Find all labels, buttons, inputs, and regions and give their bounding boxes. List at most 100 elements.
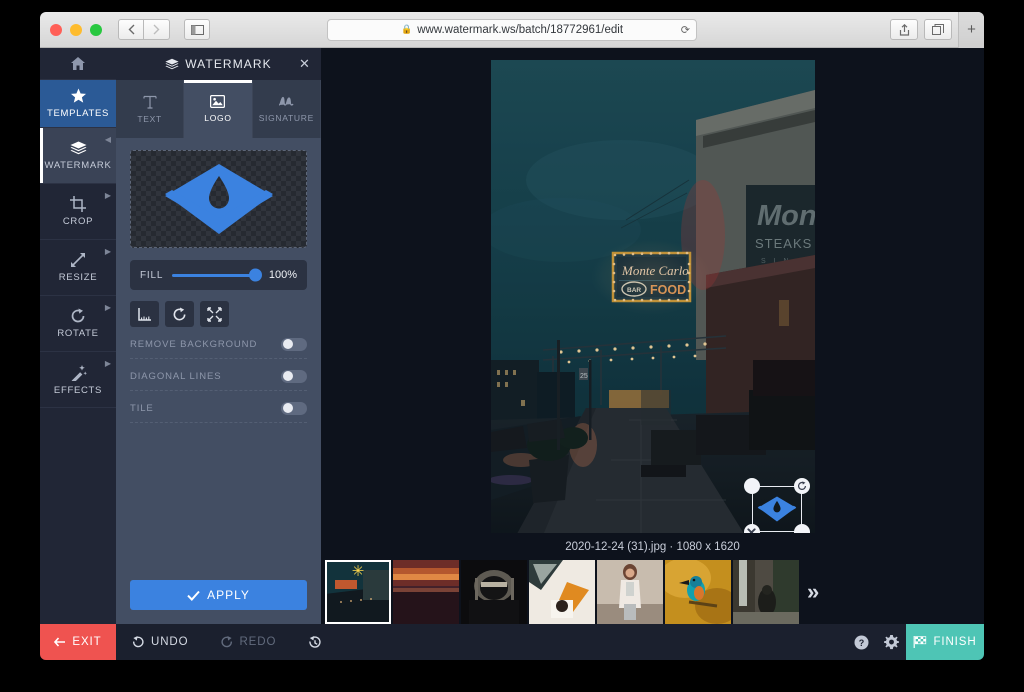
logo-tool-buttons: [130, 301, 307, 327]
finish-button[interactable]: FINISH: [906, 624, 984, 660]
delete-handle[interactable]: [743, 524, 760, 533]
tool-rail: TEMPLATES ◀ WATERMARK ▶ CROP ▶ RESIZE ▶ …: [40, 48, 116, 624]
forward-button[interactable]: [144, 19, 170, 40]
thumb-waterfall-hiker[interactable]: [733, 559, 799, 624]
toggle-remove-background[interactable]: REMOVE BACKGROUND: [130, 337, 307, 359]
apply-wrapper: APPLY: [116, 580, 321, 624]
slider-knob[interactable]: [248, 268, 262, 282]
sidebar-item-effects[interactable]: ▶ EFFECTS: [40, 352, 116, 408]
chevron-right-icon: ▶: [104, 247, 111, 256]
thumb-woman-street[interactable]: [597, 559, 663, 624]
finish-label: FINISH: [933, 636, 977, 648]
watermark-logo-droplet-icon: [757, 496, 796, 522]
share-button[interactable]: [890, 19, 918, 40]
canvas-area: Mon STEAKS S I N Monte Carlo BAR FOOD 25…: [321, 48, 984, 624]
toggle-switch[interactable]: [281, 369, 307, 383]
maximize-window-button[interactable]: [90, 23, 102, 36]
gear-glyph: [883, 634, 899, 649]
photo-canvas[interactable]: Mon STEAKS S I N Monte Carlo BAR FOOD 25: [490, 60, 815, 533]
show-tabs-button[interactable]: [924, 19, 952, 40]
sidebar-item-crop[interactable]: ▶ CROP: [40, 184, 116, 240]
history-button[interactable]: [292, 624, 338, 660]
chevron-right-icon: ▶: [104, 359, 111, 368]
gear-icon[interactable]: [876, 624, 906, 660]
align-icon[interactable]: [130, 301, 159, 327]
lock-icon: 🔒: [400, 24, 413, 34]
home-icon[interactable]: [40, 48, 116, 80]
undo-button[interactable]: UNDO: [116, 624, 204, 660]
help-glyph: ?: [854, 635, 868, 649]
new-tab-button[interactable]: +: [958, 12, 984, 48]
toggle-diagonal-lines[interactable]: DIAGONAL LINES: [130, 369, 307, 391]
apply-label: APPLY: [207, 588, 250, 602]
thumbnail-strip: ✳ »: [321, 559, 984, 624]
checkered-flag-icon: [914, 636, 927, 648]
sidebar-item-watermark[interactable]: ◀ WATERMARK: [40, 128, 116, 184]
rotate-icon[interactable]: [165, 301, 194, 327]
thumb-monte-carlo[interactable]: ✳: [325, 559, 391, 624]
chevron-right-icon: ▶: [104, 191, 111, 200]
panel-content: FILL 100% REMOVE BACKGROUND DIAGONAL LIN…: [116, 138, 321, 580]
fill-slider[interactable]: [172, 268, 262, 282]
address-bar[interactable]: 🔒 www.watermark.ws/batch/18772961/edit ⟳: [327, 18, 697, 41]
toggle-tile[interactable]: TILE: [130, 401, 307, 423]
footer-toolbar: EXIT UNDO REDO ? FINISH: [40, 624, 984, 660]
sidebar-item-label: ROTATE: [57, 328, 99, 339]
watermark-app: TEMPLATES ◀ WATERMARK ▶ CROP ▶ RESIZE ▶ …: [40, 48, 984, 660]
sidebar-item-label: EFFECTS: [53, 384, 103, 396]
reload-icon[interactable]: ⟳: [681, 23, 690, 36]
layers-icon: [165, 58, 179, 69]
footer-spacer: [338, 624, 846, 660]
minimize-window-button[interactable]: [70, 23, 82, 36]
sidebar-toggle-button[interactable]: [184, 19, 210, 40]
logo-preview[interactable]: [130, 150, 307, 248]
rail-spacer: [40, 408, 116, 624]
watermark-transform-box[interactable]: [743, 478, 810, 533]
toggle-switch[interactable]: [281, 401, 307, 415]
chrome-right-buttons: +: [890, 12, 984, 48]
tab-logo[interactable]: LOGO: [184, 80, 253, 138]
check-icon: [187, 590, 200, 601]
toggle-label: DIAGONAL LINES: [130, 370, 222, 382]
toggle-label: TILE: [130, 402, 154, 414]
switch-knob: [282, 403, 293, 413]
tab-label: SIGNATURE: [258, 112, 314, 123]
redo-icon: [221, 636, 233, 648]
fill-label: FILL: [140, 269, 164, 281]
exit-label: EXIT: [72, 636, 102, 648]
fill-value: 100%: [268, 269, 297, 281]
thumb-desk-flatlay[interactable]: [529, 559, 595, 624]
thumb-kingfisher[interactable]: [665, 559, 731, 624]
help-icon[interactable]: ?: [846, 624, 876, 660]
resize-handle-bottom-right[interactable]: [793, 524, 810, 533]
close-icon[interactable]: ✕: [299, 56, 311, 72]
sidebar-item-rotate[interactable]: ▶ ROTATE: [40, 296, 116, 352]
apply-button[interactable]: APPLY: [130, 580, 307, 610]
toggle-switch[interactable]: [281, 337, 307, 351]
panel-tabs: TEXT LOGO SIGNATURE: [116, 80, 321, 138]
fit-icon[interactable]: [200, 301, 229, 327]
undo-label: UNDO: [151, 636, 189, 648]
tab-label: LOGO: [204, 113, 232, 123]
redo-button[interactable]: REDO: [204, 624, 292, 660]
browser-chrome: 🔒 www.watermark.ws/batch/18772961/edit ⟳…: [40, 12, 984, 48]
thumb-image: [393, 559, 459, 624]
browser-window: 🔒 www.watermark.ws/batch/18772961/edit ⟳…: [40, 12, 984, 660]
switch-knob: [282, 371, 293, 381]
sidebar-item-resize[interactable]: ▶ RESIZE: [40, 240, 116, 296]
resize-handle-top-left[interactable]: [743, 478, 760, 494]
thumb-night-market[interactable]: [461, 559, 527, 624]
sidebar-item-label: CROP: [62, 216, 94, 227]
tab-signature[interactable]: SIGNATURE: [252, 80, 321, 138]
tab-label: TEXT: [137, 113, 162, 124]
rotate-handle[interactable]: [793, 478, 810, 494]
exit-button[interactable]: EXIT: [40, 624, 116, 660]
thumb-image: [529, 559, 595, 624]
sidebar-item-templates[interactable]: TEMPLATES: [40, 80, 116, 128]
thumb-sunset-beach[interactable]: [393, 559, 459, 624]
thumbnails-next-chevron[interactable]: »: [807, 580, 819, 603]
tab-text[interactable]: TEXT: [116, 80, 185, 138]
traffic-lights: [50, 23, 102, 36]
back-button[interactable]: [118, 19, 144, 40]
close-window-button[interactable]: [50, 23, 62, 36]
